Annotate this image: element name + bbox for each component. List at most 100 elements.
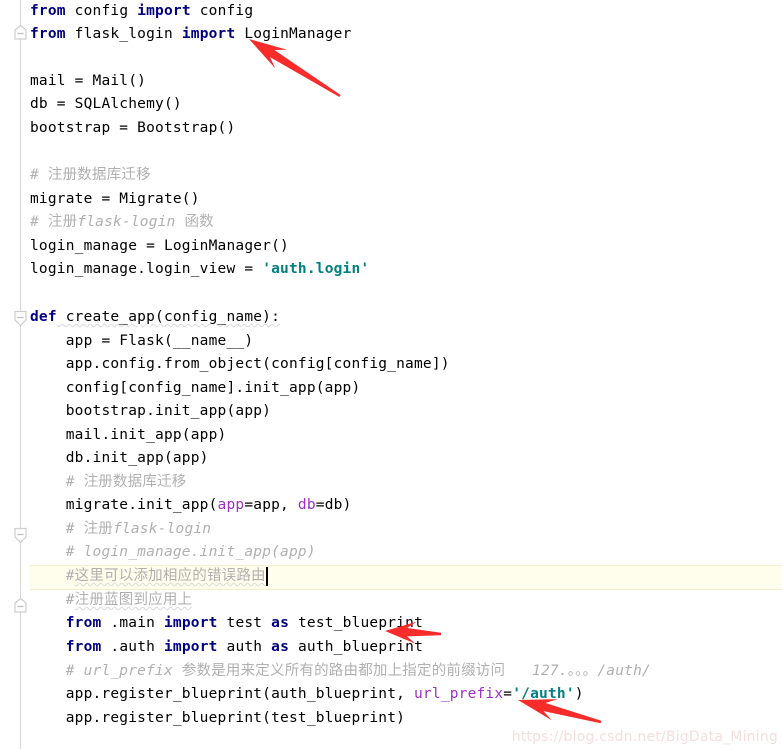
- code-token: =app,: [244, 497, 298, 513]
- code-line[interactable]: mail = Mail(): [30, 70, 782, 93]
- code-token: db.init_app(app): [30, 450, 209, 466]
- code-token: # url_prefix: [30, 663, 182, 679]
- code-token: # login_manage.init_app(app): [30, 544, 316, 560]
- code-token: test: [217, 615, 272, 631]
- code-line[interactable]: [30, 282, 782, 305]
- code-line[interactable]: [30, 140, 782, 163]
- code-token: migrate = Migrate(): [30, 191, 200, 207]
- code-line[interactable]: app.config.from_object(config[config_nam…: [30, 353, 782, 376]
- code-line[interactable]: bootstrap = Bootstrap(): [30, 117, 782, 140]
- code-token: test_blueprint: [289, 615, 423, 631]
- code-line[interactable]: #注册蓝图到应用上: [30, 589, 782, 612]
- code-token: 注册: [47, 214, 78, 230]
- code-token: LoginManager: [235, 26, 352, 42]
- code-token: .main: [101, 615, 164, 631]
- code-line[interactable]: login_manage.login_view = 'auth.login': [30, 258, 782, 281]
- code-token: 127.: [505, 663, 568, 679]
- code-token: from: [30, 26, 66, 42]
- code-token: bootstrap.init_app(app): [30, 403, 272, 419]
- code-token: app.config.from_object(config[config_nam…: [30, 356, 450, 372]
- code-token: config: [65, 3, 138, 19]
- code-line[interactable]: from .main import test as test_blueprint: [30, 612, 782, 635]
- code-line[interactable]: from config import config: [30, 0, 782, 23]
- code-line[interactable]: [30, 46, 782, 69]
- code-token: auth_blueprint: [289, 639, 423, 655]
- fold-collapse-icon[interactable]: [13, 24, 28, 41]
- code-token: import: [163, 615, 218, 631]
- code-line[interactable]: # 注册flask-login: [30, 518, 782, 541]
- fold-marker-imports[interactable]: [13, 24, 28, 41]
- code-content[interactable]: from config import config from flask_logi…: [30, 0, 782, 749]
- code-token: 注册: [83, 521, 113, 537]
- code-line[interactable]: # 注册数据库迁移: [30, 471, 782, 494]
- code-token: 参数是用来定义所有的路由都加上指定的前缀访问: [181, 663, 506, 679]
- code-token: .auth: [101, 639, 164, 655]
- code-token: login_manage.login_view =: [30, 261, 263, 277]
- code-line[interactable]: migrate = Migrate(): [30, 188, 782, 211]
- code-token: create_app(config_name):: [56, 309, 281, 325]
- code-line[interactable]: from flask_login import LoginManager: [30, 23, 782, 46]
- code-line[interactable]: db.init_app(app): [30, 447, 782, 470]
- fold-marker-comment-2[interactable]: [13, 597, 28, 614]
- fold-marker-comment-1[interactable]: [13, 527, 28, 544]
- code-line[interactable]: app.register_blueprint(auth_blueprint, u…: [30, 683, 782, 706]
- code-token: mail.init_app(app): [30, 427, 227, 443]
- code-token: app.register_blueprint(test_blueprint): [30, 710, 406, 726]
- code-token: =db): [315, 497, 352, 513]
- code-line[interactable]: from .auth import auth as auth_blueprint: [30, 636, 782, 659]
- code-token: config[config_name].init_app(app): [30, 380, 361, 396]
- code-line[interactable]: #这里可以添加相应的错误路由: [30, 565, 782, 588]
- code-line[interactable]: # login_manage.init_app(app): [30, 541, 782, 564]
- code-line[interactable]: config[config_name].init_app(app): [30, 377, 782, 400]
- fold-marker-create-app[interactable]: [13, 310, 28, 327]
- code-token: 注册数据库迁移: [47, 167, 151, 183]
- code-token: from: [65, 615, 102, 631]
- code-token: #: [30, 568, 75, 584]
- code-token: ): [574, 686, 584, 702]
- code-token: def: [30, 309, 57, 325]
- code-token: =: [503, 686, 513, 702]
- fold-collapse-icon[interactable]: [13, 310, 28, 327]
- fold-collapse-icon[interactable]: [13, 527, 28, 544]
- code-token: 函数: [184, 214, 214, 230]
- code-editor[interactable]: from config import config from flask_logi…: [0, 0, 782, 749]
- code-token: db: [297, 497, 316, 513]
- code-token: from: [65, 639, 102, 655]
- code-token: app = Flask(__name__): [30, 333, 254, 349]
- code-line[interactable]: app.register_blueprint(test_blueprint): [30, 707, 782, 730]
- code-token: 注册蓝图到应用上: [74, 592, 193, 608]
- code-line[interactable]: app = Flask(__name__): [30, 330, 782, 353]
- code-token: migrate.init_app(: [30, 497, 218, 513]
- code-token: 。。。: [567, 663, 598, 679]
- code-token: /auth/: [597, 663, 651, 679]
- code-line[interactable]: login_manage = LoginManager(): [30, 235, 782, 258]
- code-token: flask-login: [113, 521, 212, 537]
- code-token: import: [163, 639, 218, 655]
- code-token: bootstrap = Bootstrap(): [30, 120, 236, 136]
- code-token: 注册数据库迁移: [83, 474, 187, 490]
- code-token: from: [30, 3, 66, 19]
- code-token: flask_login: [65, 26, 182, 42]
- fold-collapse-icon[interactable]: [13, 597, 28, 614]
- code-line[interactable]: db = SQLAlchemy(): [30, 93, 782, 116]
- code-token: #: [30, 521, 84, 537]
- code-token: app.register_blueprint(auth_blueprint,: [30, 686, 414, 702]
- code-line[interactable]: def create_app(config_name):: [30, 306, 782, 329]
- code-token: #: [30, 474, 84, 490]
- code-line[interactable]: migrate.init_app(app=app, db=db): [30, 494, 782, 517]
- code-line[interactable]: mail.init_app(app): [30, 424, 782, 447]
- code-line[interactable]: # url_prefix 参数是用来定义所有的路由都加上指定的前缀访问 127.…: [30, 660, 782, 683]
- editor-gutter[interactable]: [0, 0, 30, 749]
- code-token: #: [30, 214, 48, 230]
- gutter-divider: [20, 0, 21, 749]
- code-token: import: [181, 26, 236, 42]
- code-line[interactable]: bootstrap.init_app(app): [30, 400, 782, 423]
- code-line[interactable]: # 注册数据库迁移: [30, 164, 782, 187]
- code-line[interactable]: # 注册flask-login 函数: [30, 211, 782, 234]
- code-token: mail = Mail(): [30, 73, 147, 89]
- code-token: auth: [217, 639, 272, 655]
- code-token: config: [190, 3, 254, 19]
- code-token: import: [137, 3, 191, 19]
